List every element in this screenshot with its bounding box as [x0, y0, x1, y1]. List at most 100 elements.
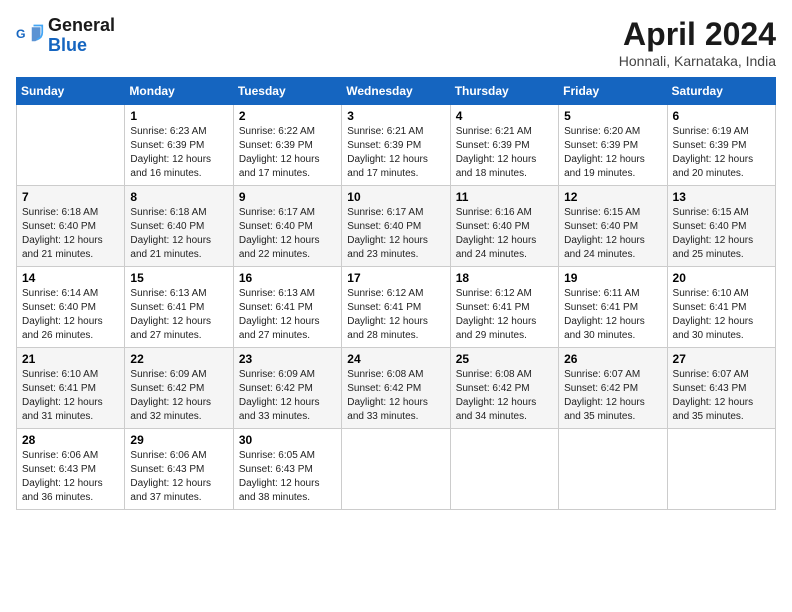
calendar-cell: 10Sunrise: 6:17 AMSunset: 6:40 PMDayligh… [342, 186, 450, 267]
calendar-cell: 6Sunrise: 6:19 AMSunset: 6:39 PMDaylight… [667, 105, 775, 186]
day-number: 17 [347, 271, 444, 285]
day-number: 29 [130, 433, 227, 447]
calendar-week-row: 1 Sunrise: 6:23 AMSunset: 6:39 PMDaylight… [17, 105, 776, 186]
calendar-cell: 13 Sunrise: 6:15 AMSunset: 6:40 PMDayligh… [667, 186, 775, 267]
day-number: 18 [456, 271, 553, 285]
day-number: 12 [564, 190, 661, 204]
day-info: Sunrise: 6:08 AMSunset: 6:42 PMDaylight:… [456, 368, 553, 424]
day-number: 20 [673, 271, 770, 285]
calendar-week-row: 28 Sunrise: 6:06 AMSunset: 6:43 PMDayligh… [17, 429, 776, 510]
day-number: 21 [22, 352, 119, 366]
calendar-cell: 24Sunrise: 6:08 AMSunset: 6:42 PMDayligh… [342, 348, 450, 429]
calendar-week-row: 14 Sunrise: 6:14 AMSunset: 6:40 PMDayligh… [17, 267, 776, 348]
day-info: Sunrise: 6:06 AMSunset: 6:43 PMDaylight:… [130, 449, 227, 505]
calendar-cell [17, 105, 125, 186]
day-info: Sunrise: 6:11 AMSunset: 6:41 PMDaylight:… [564, 287, 661, 343]
day-number: 14 [22, 271, 119, 285]
calendar-cell: 4 Sunrise: 6:21 AMSunset: 6:39 PMDaylight… [450, 105, 558, 186]
calendar-week-row: 7Sunrise: 6:18 AMSunset: 6:40 PMDaylight… [17, 186, 776, 267]
day-info: Sunrise: 6:13 AMSunset: 6:41 PMDaylight:… [130, 287, 227, 343]
day-number: 1 [130, 109, 227, 123]
calendar-cell: 18 Sunrise: 6:12 AMSunset: 6:41 PMDayligh… [450, 267, 558, 348]
calendar-cell: 12 Sunrise: 6:15 AMSunset: 6:40 PMDayligh… [559, 186, 667, 267]
day-number: 13 [673, 190, 770, 204]
day-number: 28 [22, 433, 119, 447]
calendar-cell: 17 Sunrise: 6:12 AMSunset: 6:41 PMDayligh… [342, 267, 450, 348]
page-header: G General Blue April 2024 Honnali, Karna… [16, 16, 776, 69]
logo-icon: G [16, 22, 44, 50]
day-info: Sunrise: 6:19 AMSunset: 6:39 PMDaylight:… [673, 125, 770, 181]
calendar-header-sunday: Sunday [17, 78, 125, 105]
day-number: 24 [347, 352, 444, 366]
calendar-header-thursday: Thursday [450, 78, 558, 105]
calendar-cell: 3Sunrise: 6:21 AMSunset: 6:39 PMDaylight… [342, 105, 450, 186]
calendar-cell: 21 Sunrise: 6:10 AMSunset: 6:41 PMDayligh… [17, 348, 125, 429]
day-info: Sunrise: 6:09 AMSunset: 6:42 PMDaylight:… [239, 368, 336, 424]
calendar-header-row: SundayMondayTuesdayWednesdayThursdayFrid… [17, 78, 776, 105]
calendar-cell: 16Sunrise: 6:13 AMSunset: 6:41 PMDayligh… [233, 267, 341, 348]
calendar-cell: 5Sunrise: 6:20 AMSunset: 6:39 PMDaylight… [559, 105, 667, 186]
calendar-header-tuesday: Tuesday [233, 78, 341, 105]
day-info: Sunrise: 6:20 AMSunset: 6:39 PMDaylight:… [564, 125, 661, 181]
page-subtitle: Honnali, Karnataka, India [619, 53, 776, 69]
svg-text:G: G [16, 27, 26, 41]
day-number: 10 [347, 190, 444, 204]
calendar-header-monday: Monday [125, 78, 233, 105]
day-info: Sunrise: 6:12 AMSunset: 6:41 PMDaylight:… [347, 287, 444, 343]
day-number: 27 [673, 352, 770, 366]
calendar-cell: 27 Sunrise: 6:07 AMSunset: 6:43 PMDayligh… [667, 348, 775, 429]
day-info: Sunrise: 6:07 AMSunset: 6:42 PMDaylight:… [564, 368, 661, 424]
day-info: Sunrise: 6:12 AMSunset: 6:41 PMDaylight:… [456, 287, 553, 343]
day-number: 4 [456, 109, 553, 123]
day-info: Sunrise: 6:17 AMSunset: 6:40 PMDaylight:… [239, 206, 336, 262]
day-number: 9 [239, 190, 336, 204]
day-info: Sunrise: 6:06 AMSunset: 6:43 PMDaylight:… [22, 449, 119, 505]
calendar-cell: 15 Sunrise: 6:13 AMSunset: 6:41 PMDayligh… [125, 267, 233, 348]
calendar-header-friday: Friday [559, 78, 667, 105]
calendar-cell: 25 Sunrise: 6:08 AMSunset: 6:42 PMDayligh… [450, 348, 558, 429]
calendar-cell: 7Sunrise: 6:18 AMSunset: 6:40 PMDaylight… [17, 186, 125, 267]
day-number: 8 [130, 190, 227, 204]
title-block: April 2024 Honnali, Karnataka, India [619, 16, 776, 69]
calendar-cell: 29 Sunrise: 6:06 AMSunset: 6:43 PMDayligh… [125, 429, 233, 510]
calendar-cell: 22 Sunrise: 6:09 AMSunset: 6:42 PMDayligh… [125, 348, 233, 429]
calendar-cell: 1 Sunrise: 6:23 AMSunset: 6:39 PMDaylight… [125, 105, 233, 186]
day-number: 26 [564, 352, 661, 366]
logo-line2: Blue [48, 36, 115, 56]
day-number: 16 [239, 271, 336, 285]
calendar-body: 1 Sunrise: 6:23 AMSunset: 6:39 PMDaylight… [17, 105, 776, 510]
calendar-cell: 28 Sunrise: 6:06 AMSunset: 6:43 PMDayligh… [17, 429, 125, 510]
logo-line1: General [48, 16, 115, 36]
logo: G General Blue [16, 16, 115, 56]
day-number: 11 [456, 190, 553, 204]
day-number: 25 [456, 352, 553, 366]
day-info: Sunrise: 6:15 AMSunset: 6:40 PMDaylight:… [673, 206, 770, 262]
calendar-cell: 23 Sunrise: 6:09 AMSunset: 6:42 PMDayligh… [233, 348, 341, 429]
day-info: Sunrise: 6:21 AMSunset: 6:39 PMDaylight:… [347, 125, 444, 181]
calendar-week-row: 21 Sunrise: 6:10 AMSunset: 6:41 PMDayligh… [17, 348, 776, 429]
day-info: Sunrise: 6:21 AMSunset: 6:39 PMDaylight:… [456, 125, 553, 181]
calendar-cell [342, 429, 450, 510]
day-info: Sunrise: 6:09 AMSunset: 6:42 PMDaylight:… [130, 368, 227, 424]
day-info: Sunrise: 6:16 AMSunset: 6:40 PMDaylight:… [456, 206, 553, 262]
day-number: 15 [130, 271, 227, 285]
day-info: Sunrise: 6:23 AMSunset: 6:39 PMDaylight:… [130, 125, 227, 181]
calendar-cell [559, 429, 667, 510]
page-title: April 2024 [619, 16, 776, 53]
day-info: Sunrise: 6:10 AMSunset: 6:41 PMDaylight:… [22, 368, 119, 424]
calendar-cell: 8 Sunrise: 6:18 AMSunset: 6:40 PMDaylight… [125, 186, 233, 267]
day-info: Sunrise: 6:05 AMSunset: 6:43 PMDaylight:… [239, 449, 336, 505]
day-number: 22 [130, 352, 227, 366]
day-info: Sunrise: 6:18 AMSunset: 6:40 PMDaylight:… [130, 206, 227, 262]
day-number: 30 [239, 433, 336, 447]
calendar-cell: 26 Sunrise: 6:07 AMSunset: 6:42 PMDayligh… [559, 348, 667, 429]
calendar-cell [667, 429, 775, 510]
day-info: Sunrise: 6:07 AMSunset: 6:43 PMDaylight:… [673, 368, 770, 424]
day-number: 23 [239, 352, 336, 366]
calendar-cell: 14 Sunrise: 6:14 AMSunset: 6:40 PMDayligh… [17, 267, 125, 348]
day-info: Sunrise: 6:15 AMSunset: 6:40 PMDaylight:… [564, 206, 661, 262]
day-number: 2 [239, 109, 336, 123]
calendar-header-saturday: Saturday [667, 78, 775, 105]
day-info: Sunrise: 6:14 AMSunset: 6:40 PMDaylight:… [22, 287, 119, 343]
day-info: Sunrise: 6:22 AMSunset: 6:39 PMDaylight:… [239, 125, 336, 181]
